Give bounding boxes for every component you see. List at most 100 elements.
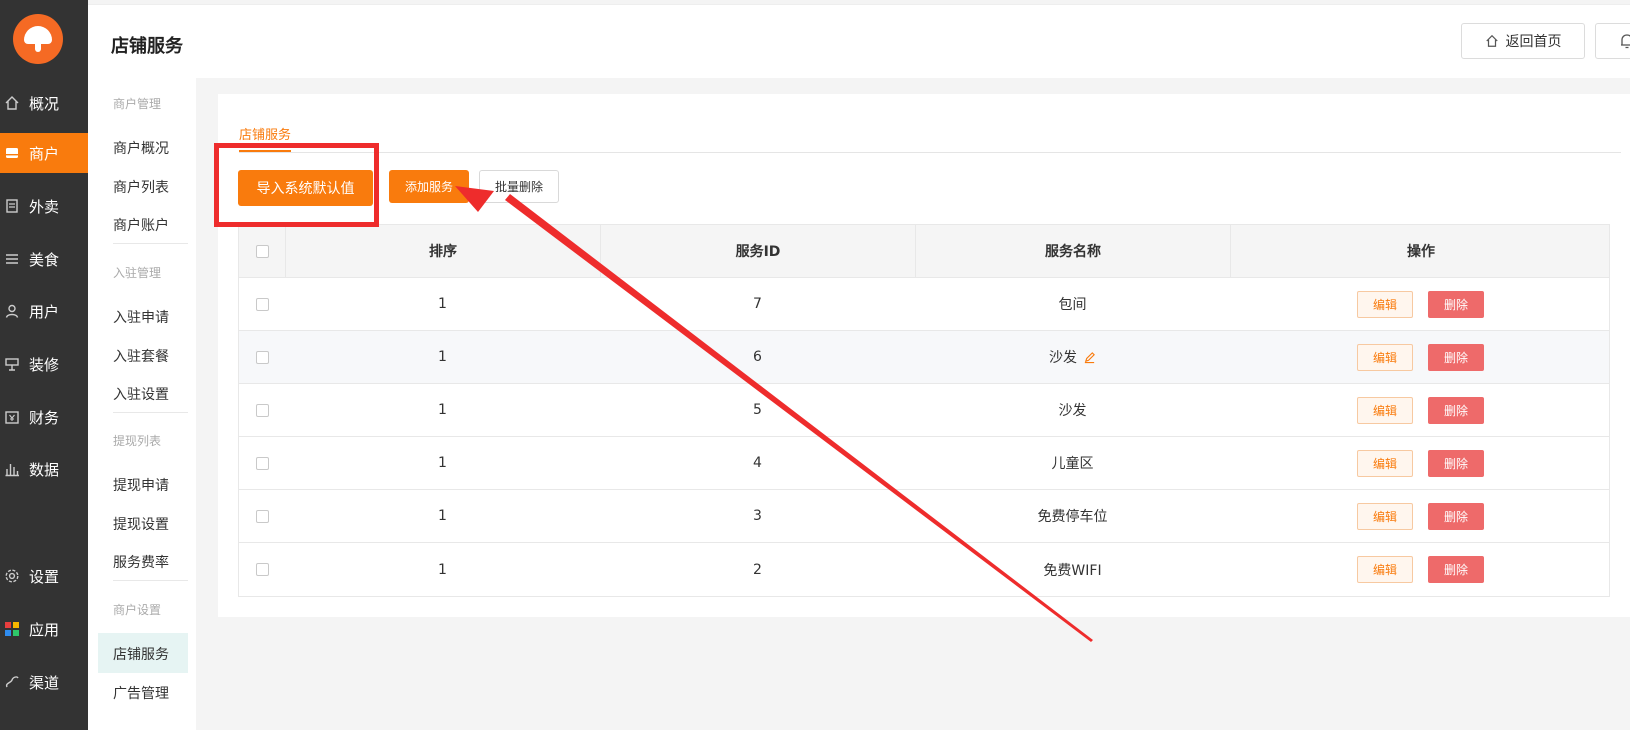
delete-button[interactable]: 删除 <box>1428 449 1484 477</box>
sub-item-settle-apply[interactable]: 入驻申请 <box>113 307 169 327</box>
edit-button[interactable]: 编辑 <box>1357 396 1413 424</box>
sub-item-withdraw-apply[interactable]: 提现申请 <box>113 475 169 495</box>
notification-button[interactable] <box>1595 23 1630 59</box>
column-header-name: 服务名称 <box>915 225 1230 277</box>
nav-item-merchant[interactable]: 商户 <box>0 133 88 173</box>
nav-item-settings[interactable]: 设置 <box>0 556 88 596</box>
bell-icon <box>1620 33 1630 53</box>
row-checkbox[interactable] <box>255 297 269 311</box>
delete-button[interactable]: 删除 <box>1428 290 1484 318</box>
add-service-button[interactable]: 添加服务 <box>389 170 469 203</box>
wallet-icon <box>4 409 20 425</box>
sub-item-settle-package[interactable]: 入驻套餐 <box>113 346 169 366</box>
sub-item-settle-settings[interactable]: 入驻设置 <box>113 384 169 404</box>
document-icon <box>4 198 20 214</box>
row-id: 7 <box>753 296 762 312</box>
table-header-row: 排序 服务ID 服务名称 操作 <box>239 225 1609 278</box>
row-checkbox[interactable] <box>255 350 269 364</box>
tab-store-service[interactable]: 店铺服务 <box>239 124 292 152</box>
row-id: 2 <box>753 561 762 578</box>
row-checkbox[interactable] <box>255 403 269 417</box>
sub-item-merchant-overview[interactable]: 商户概况 <box>113 138 169 158</box>
brand-logo[interactable] <box>13 14 63 64</box>
row-name: 儿童区 <box>1051 456 1094 472</box>
column-header-operation: 操作 <box>1230 225 1611 277</box>
list-icon <box>4 251 20 267</box>
nav-item-user[interactable]: 用户 <box>0 291 88 331</box>
edit-button[interactable]: 编辑 <box>1357 343 1413 371</box>
store-icon <box>4 145 20 161</box>
back-home-button[interactable]: 返回首页 <box>1461 23 1585 59</box>
delete-button[interactable]: 删除 <box>1428 502 1484 530</box>
sub-item-merchant-list[interactable]: 商户列表 <box>113 177 169 197</box>
row-id: 3 <box>753 508 762 524</box>
row-id: 6 <box>753 349 762 365</box>
edit-button[interactable]: 编辑 <box>1357 449 1413 477</box>
row-sort: 1 <box>438 296 447 312</box>
nav-item-overview[interactable]: 概况 <box>0 83 88 123</box>
column-header-sort: 排序 <box>285 225 600 277</box>
chart-icon <box>4 461 20 477</box>
nav-item-label: 装修 <box>29 355 60 374</box>
row-sort: 1 <box>438 402 447 418</box>
row-checkbox[interactable] <box>255 509 269 523</box>
home-icon <box>1485 34 1499 48</box>
delete-button[interactable]: 删除 <box>1428 396 1484 424</box>
row-checkbox[interactable] <box>255 456 269 470</box>
nav-item-finance[interactable]: 财务 <box>0 397 88 437</box>
row-name: 沙发 <box>1049 350 1077 366</box>
row-name-cell: 沙发 <box>915 331 1230 383</box>
table-row: 1 5 沙发 编辑 删除 <box>239 384 1609 437</box>
sub-item-merchant-account[interactable]: 商户账户 <box>113 215 169 235</box>
decorate-icon <box>4 356 20 372</box>
select-all-cell <box>239 225 285 277</box>
row-id: 5 <box>753 402 762 418</box>
table-row: 1 6 沙发 编辑 删除 <box>239 331 1609 384</box>
row-sort: 1 <box>438 349 447 365</box>
nav-item-label: 设置 <box>29 567 60 586</box>
nav-item-takeout[interactable]: 外卖 <box>0 186 88 226</box>
nav-item-channel[interactable]: 渠道 <box>0 662 88 702</box>
back-home-label: 返回首页 <box>1505 34 1562 50</box>
nav-item-label: 外卖 <box>29 197 60 216</box>
row-checkbox[interactable] <box>255 563 269 576</box>
content-panel: 店铺服务 导入系统默认值 添加服务 批量删除 排序 服务ID 服务名称 操作 1… <box>218 94 1630 617</box>
row-actions: 编辑 删除 <box>1230 543 1611 596</box>
delete-button[interactable]: 删除 <box>1428 556 1484 583</box>
pencil-edit-icon[interactable] <box>1083 351 1096 364</box>
row-sort: 1 <box>438 508 447 524</box>
edit-button[interactable]: 编辑 <box>1357 502 1413 530</box>
nav-item-decorate[interactable]: 装修 <box>0 344 88 384</box>
link-icon <box>4 674 20 690</box>
row-actions: 编辑 删除 <box>1230 384 1611 436</box>
user-icon <box>4 303 20 319</box>
sub-item-ad-mgmt[interactable]: 广告管理 <box>113 683 169 703</box>
nav-item-food[interactable]: 美食 <box>0 239 88 279</box>
sub-item-withdraw-settings[interactable]: 提现设置 <box>113 514 169 534</box>
table-row: 1 3 免费停车位 编辑 删除 <box>239 490 1609 543</box>
row-actions: 编辑 删除 <box>1230 437 1611 489</box>
row-check-cell <box>239 543 285 596</box>
nav-item-label: 美食 <box>29 250 60 269</box>
edit-button[interactable]: 编辑 <box>1357 290 1413 318</box>
sub-item-service-fee[interactable]: 服务费率 <box>113 552 169 572</box>
sub-group-merchant-settings: 商户设置 <box>113 603 162 617</box>
sub-group-merchant-mgmt: 商户管理 <box>113 97 162 111</box>
apps-icon <box>4 621 20 637</box>
nav-item-data[interactable]: 数据 <box>0 449 88 489</box>
nav-item-apps[interactable]: 应用 <box>0 609 88 649</box>
delete-button[interactable]: 删除 <box>1428 343 1484 371</box>
row-actions: 编辑 删除 <box>1230 331 1611 383</box>
page-title: 店铺服务 <box>111 36 183 57</box>
main-nav: 概况 商户 外卖 美食 用户 装修 财务 数据 设置 应用 渠道 <box>0 0 88 730</box>
nav-item-label: 应用 <box>29 620 60 639</box>
edit-button[interactable]: 编辑 <box>1357 556 1413 583</box>
nav-item-label: 渠道 <box>29 673 60 692</box>
batch-delete-button[interactable]: 批量删除 <box>479 170 559 203</box>
select-all-checkbox[interactable] <box>255 244 269 258</box>
import-defaults-button[interactable]: 导入系统默认值 <box>238 170 373 206</box>
sub-item-store-service[interactable]: 店铺服务 <box>113 644 169 664</box>
table-row: 1 4 儿童区 编辑 删除 <box>239 437 1609 490</box>
sub-divider <box>113 412 188 413</box>
row-id: 4 <box>753 455 762 471</box>
